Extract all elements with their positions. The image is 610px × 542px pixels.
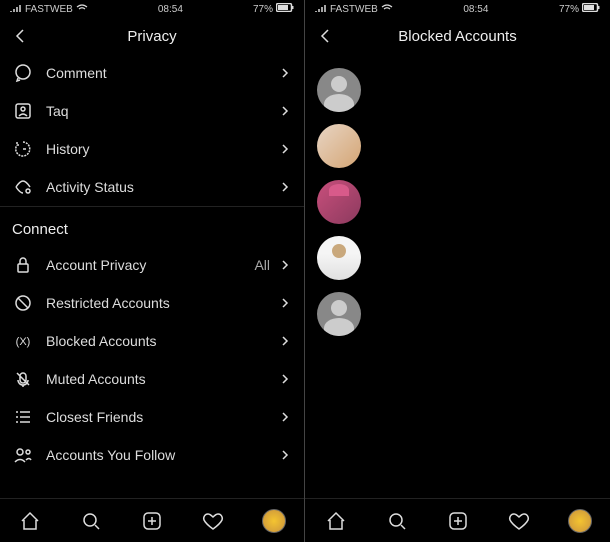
menu-value: All xyxy=(254,257,270,273)
carrier-label: FASTWEB xyxy=(25,4,73,15)
profile-avatar-icon xyxy=(568,509,592,533)
time-label: 08:54 xyxy=(158,4,183,15)
menu-muted[interactable]: Muted Accounts xyxy=(0,360,304,398)
header: Blocked Accounts xyxy=(305,18,610,54)
nav-activity[interactable] xyxy=(505,507,533,535)
menu-accounts-follow[interactable]: Accounts You Follow xyxy=(0,436,304,474)
chevron-right-icon xyxy=(278,449,292,461)
wifi-icon xyxy=(381,4,393,15)
activity-icon xyxy=(12,176,34,198)
nav-create[interactable] xyxy=(138,507,166,535)
menu-label: Accounts You Follow xyxy=(46,447,278,463)
avatar xyxy=(317,68,361,112)
profile-avatar-icon xyxy=(262,509,286,533)
nav-home[interactable] xyxy=(322,507,350,535)
chevron-right-icon xyxy=(278,335,292,347)
chevron-right-icon xyxy=(278,373,292,385)
menu-label: Activity Status xyxy=(46,179,278,195)
menu-restricted[interactable]: Restricted Accounts xyxy=(0,284,304,322)
menu-label: Taq xyxy=(46,103,278,119)
follow-icon xyxy=(12,444,34,466)
back-button[interactable] xyxy=(10,26,30,46)
chevron-right-icon xyxy=(278,297,292,309)
signal-icon xyxy=(315,4,327,15)
avatar xyxy=(317,124,361,168)
menu-label: Muted Accounts xyxy=(46,371,278,387)
menu-label: Restricted Accounts xyxy=(46,295,278,311)
battery-icon xyxy=(582,3,600,15)
chevron-right-icon xyxy=(278,411,292,423)
battery-icon xyxy=(276,3,294,15)
section-connect: Connect xyxy=(0,206,304,246)
back-button[interactable] xyxy=(315,26,335,46)
status-bar: FASTWEB 08:54 77% xyxy=(0,0,304,18)
wifi-icon xyxy=(76,4,88,15)
chevron-right-icon xyxy=(278,259,292,271)
avatar xyxy=(317,292,361,336)
nav-search[interactable] xyxy=(383,507,411,535)
lock-icon xyxy=(12,254,34,276)
menu-label: History xyxy=(46,141,278,157)
status-bar: FASTWEB 08:54 77% xyxy=(305,0,610,18)
chevron-right-icon xyxy=(278,67,292,79)
page-title: Blocked Accounts xyxy=(305,28,610,45)
chevron-right-icon xyxy=(278,105,292,117)
blocked-account-row[interactable] xyxy=(317,118,598,174)
blocked-account-row[interactable] xyxy=(317,286,598,342)
menu-account-privacy[interactable]: Account Privacy All xyxy=(0,246,304,284)
menu-label: Comment xyxy=(46,65,278,81)
history-icon xyxy=(12,138,34,160)
tag-icon xyxy=(12,100,34,122)
privacy-screen: FASTWEB 08:54 77% Privacy Comment xyxy=(0,0,305,542)
blocked-account-row[interactable] xyxy=(317,230,598,286)
menu-label: Account Privacy xyxy=(46,257,254,273)
blocked-account-row[interactable] xyxy=(317,62,598,118)
carrier-label: FASTWEB xyxy=(330,4,378,15)
nav-create[interactable] xyxy=(444,507,472,535)
time-label: 08:54 xyxy=(463,4,488,15)
menu-history[interactable]: History xyxy=(0,130,304,168)
menu-closest-friends[interactable]: Closest Friends xyxy=(0,398,304,436)
blocked-account-row[interactable] xyxy=(317,174,598,230)
nav-profile[interactable] xyxy=(566,507,594,535)
muted-icon xyxy=(12,368,34,390)
blocked-icon: (X) xyxy=(12,330,34,352)
chevron-right-icon xyxy=(278,181,292,193)
bottom-nav xyxy=(0,498,304,542)
nav-profile[interactable] xyxy=(260,507,288,535)
blocked-screen: FASTWEB 08:54 77% Blocked Accounts xyxy=(305,0,610,542)
restricted-icon xyxy=(12,292,34,314)
menu-blocked[interactable]: (X) Blocked Accounts xyxy=(0,322,304,360)
bottom-nav xyxy=(305,498,610,542)
menu-label: Blocked Accounts xyxy=(46,333,278,349)
battery-pct: 77% xyxy=(253,4,273,15)
menu-tag[interactable]: Taq xyxy=(0,92,304,130)
avatar xyxy=(317,180,361,224)
battery-pct: 77% xyxy=(559,4,579,15)
menu-comment[interactable]: Comment xyxy=(0,54,304,92)
chevron-right-icon xyxy=(278,143,292,155)
settings-list: Comment Taq History Activity Status Conn… xyxy=(0,54,304,498)
friends-icon xyxy=(12,406,34,428)
avatar xyxy=(317,236,361,280)
nav-activity[interactable] xyxy=(199,507,227,535)
menu-activity[interactable]: Activity Status xyxy=(0,168,304,206)
signal-icon xyxy=(10,4,22,15)
nav-search[interactable] xyxy=(77,507,105,535)
svg-text:(X): (X) xyxy=(16,336,31,348)
comment-icon xyxy=(12,62,34,84)
nav-home[interactable] xyxy=(16,507,44,535)
header: Privacy xyxy=(0,18,304,54)
page-title: Privacy xyxy=(0,28,304,45)
menu-label: Closest Friends xyxy=(46,409,278,425)
blocked-list xyxy=(305,54,610,498)
